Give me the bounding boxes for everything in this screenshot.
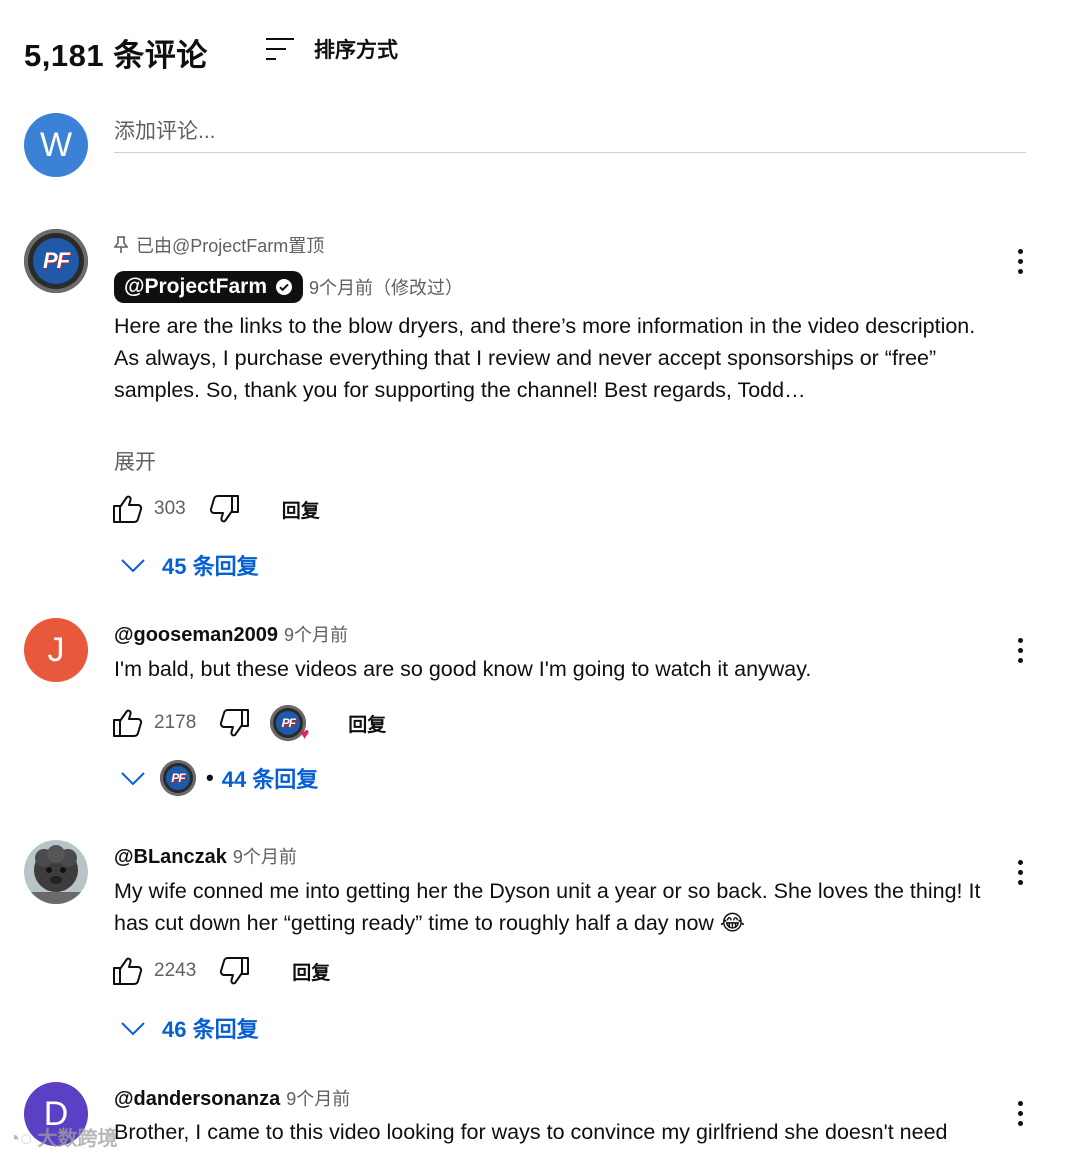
author-name[interactable]: @gooseman2009	[114, 624, 278, 647]
pinned-indicator: 已由@ProjectFarm置顶	[114, 232, 324, 258]
dislike-icon[interactable]	[218, 956, 250, 986]
pf-logo-text: PF	[281, 716, 296, 730]
creator-heart-badge: PF ♥	[270, 705, 309, 743]
comment-text: I'm bald, but these videos are so good k…	[114, 657, 812, 681]
view-replies-button[interactable]: PF • 44 条回复	[120, 760, 318, 796]
view-replies-button[interactable]: 45 条回复	[120, 549, 259, 581]
current-user-avatar: W	[24, 113, 88, 177]
replies-count: 44 条回复	[221, 767, 319, 792]
dislike-icon[interactable]	[218, 708, 250, 738]
chevron-down-icon	[121, 1022, 145, 1036]
comment-menu-button[interactable]	[1010, 249, 1030, 274]
sort-button[interactable]: 排序方式	[264, 34, 398, 64]
dog-avatar-image	[24, 840, 88, 904]
dislike-icon[interactable]	[208, 494, 240, 524]
like-count: 2243	[154, 960, 197, 981]
comment-time[interactable]: 9个月前（修改过）	[309, 274, 463, 300]
author-name: @ProjectFarm	[124, 275, 268, 298]
pin-icon	[114, 236, 128, 253]
author-name[interactable]: @BLanczak	[114, 846, 227, 869]
user-avatar-photo[interactable]	[24, 840, 88, 904]
chevron-down-icon	[121, 772, 145, 786]
comment-menu-button[interactable]	[1010, 860, 1030, 885]
comment-time[interactable]: 9个月前	[284, 621, 348, 647]
like-icon[interactable]	[112, 956, 144, 986]
verified-icon	[276, 279, 293, 295]
like-icon[interactable]	[112, 494, 144, 524]
sort-icon	[266, 38, 294, 60]
reply-button[interactable]: 回复	[292, 958, 330, 985]
heart-icon: ♥	[299, 726, 310, 743]
expand-button[interactable]: 展开	[114, 446, 156, 476]
view-replies-button[interactable]: 46 条回复	[120, 1012, 259, 1044]
separator-dot: •	[206, 765, 214, 790]
chevron-down-icon	[121, 559, 145, 573]
comment-menu-button[interactable]	[1010, 638, 1030, 663]
watermark: ◔◌ 大数跨境	[8, 1122, 118, 1151]
author-chip-projectfarm[interactable]: @ProjectFarm	[114, 271, 304, 303]
user-avatar[interactable]: J	[24, 618, 88, 682]
replies-count: 46 条回复	[162, 1017, 259, 1042]
comment-time[interactable]: 9个月前	[233, 843, 297, 869]
like-icon[interactable]	[112, 708, 144, 738]
pf-logo-text: PF	[171, 771, 185, 785]
add-comment-input[interactable]	[114, 112, 1026, 153]
author-name[interactable]: @dandersonanza	[114, 1088, 280, 1111]
watermark-logo-icon: ◔◌	[8, 1128, 38, 1150]
comment-text: Here are the links to the blow dryers, a…	[114, 314, 976, 402]
comment-text: My wife conned me into getting her the D…	[114, 879, 981, 935]
comment-menu-button[interactable]	[1010, 1101, 1030, 1126]
reply-button[interactable]: 回复	[282, 496, 320, 523]
watermark-text: 大数跨境	[37, 1128, 118, 1150]
creator-reply-avatar: PF	[160, 760, 196, 796]
replies-count: 45 条回复	[162, 554, 259, 579]
pf-logo-text: PF	[42, 248, 70, 273]
like-count: 2178	[154, 712, 197, 733]
sort-label: 排序方式	[314, 39, 398, 62]
reply-button[interactable]: 回复	[348, 710, 386, 737]
pinned-text: 已由@ProjectFarm置顶	[136, 236, 325, 256]
comment-time[interactable]: 9个月前	[286, 1085, 350, 1111]
projectfarm-avatar[interactable]: PF	[24, 229, 88, 293]
comment-text: Brother, I came to this video looking fo…	[114, 1120, 948, 1144]
comment-count-title: 5,181 条评论	[24, 38, 208, 73]
like-count: 303	[154, 498, 186, 519]
